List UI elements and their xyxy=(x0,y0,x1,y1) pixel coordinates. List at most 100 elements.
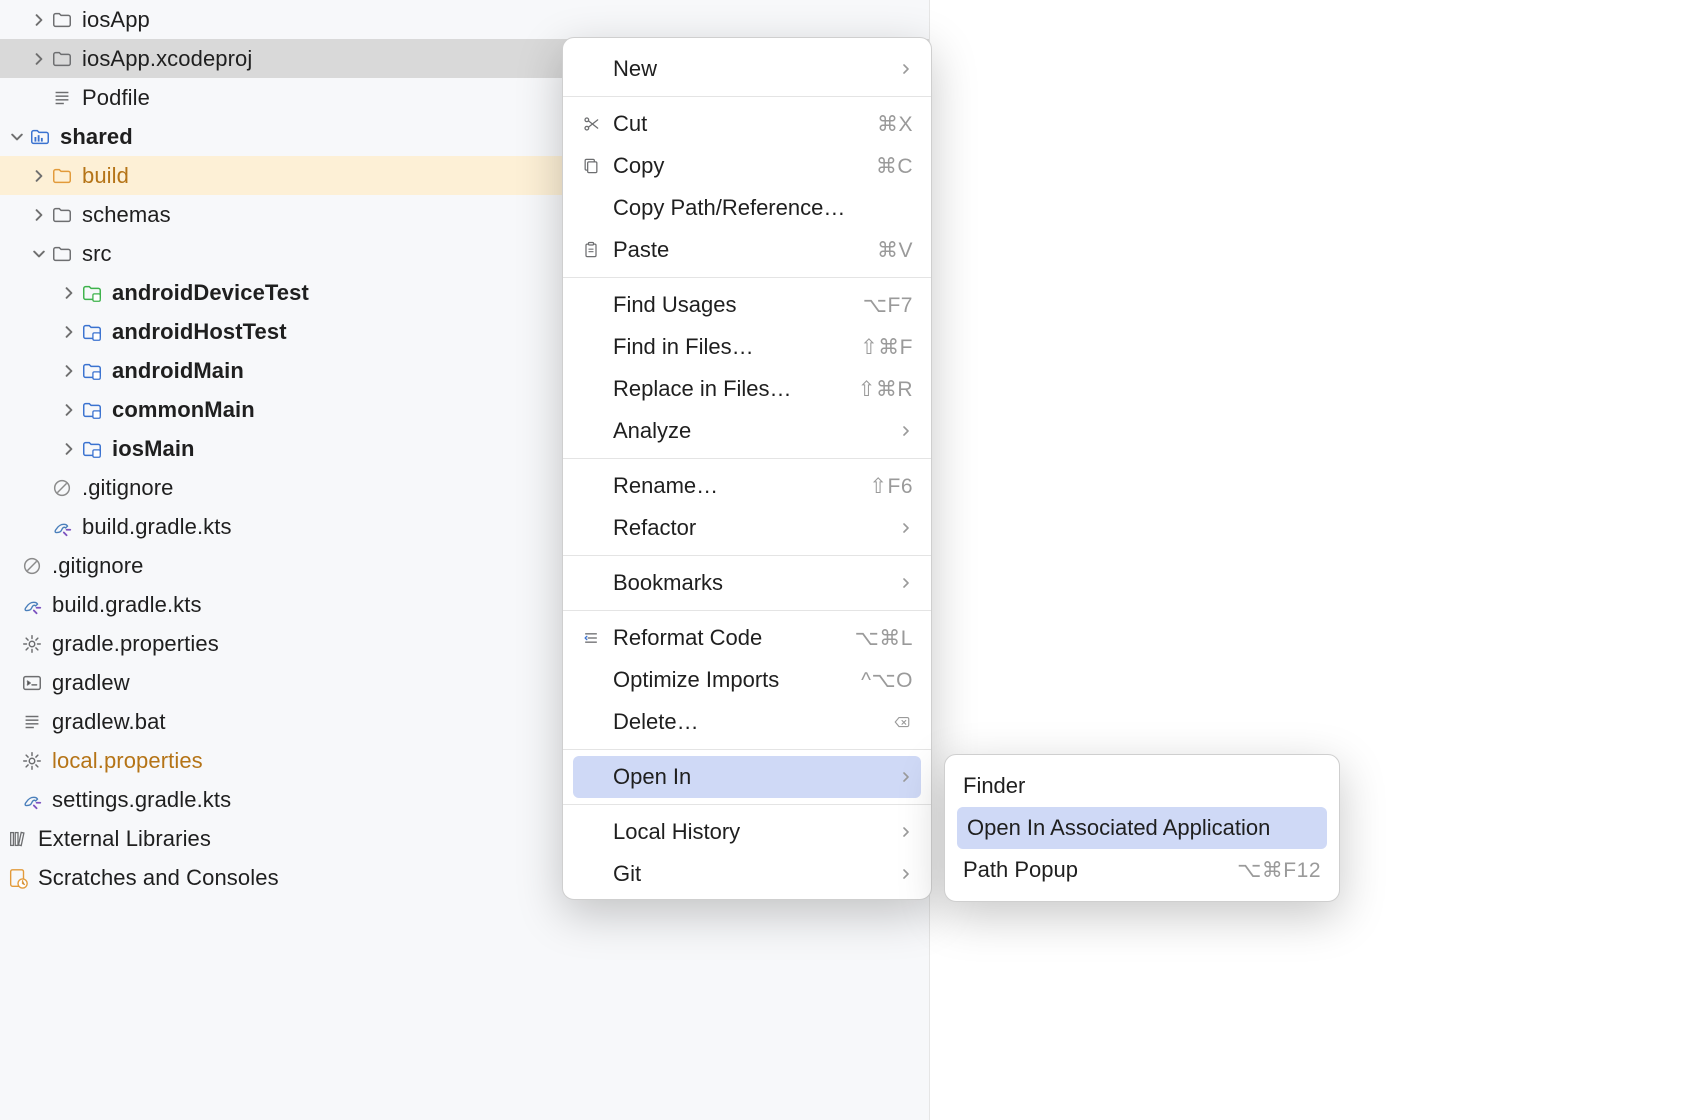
menu-separator xyxy=(563,96,931,97)
chevron-down-icon[interactable] xyxy=(6,126,28,148)
menu-item-copy[interactable]: Copy ⌘C xyxy=(563,145,931,187)
gradle-icon xyxy=(50,515,74,539)
source-set-icon xyxy=(80,320,104,344)
chevron-right-icon[interactable] xyxy=(58,321,80,343)
tree-label: gradlew xyxy=(52,670,130,696)
menu-item-copy-path[interactable]: Copy Path/Reference… xyxy=(563,187,931,229)
menu-separator xyxy=(563,458,931,459)
menu-item-cut[interactable]: Cut ⌘X xyxy=(563,103,931,145)
menu-shortcut: ⇧⌘R xyxy=(858,377,913,402)
module-icon xyxy=(28,125,52,149)
file-icon xyxy=(50,86,74,110)
menu-label: Local History xyxy=(613,819,899,845)
source-set-icon xyxy=(80,281,104,305)
menu-item-reformat[interactable]: Reformat Code ⌥⌘L xyxy=(563,617,931,659)
menu-item-refactor[interactable]: Refactor xyxy=(563,507,931,549)
menu-shortcut: ⌘V xyxy=(877,238,913,263)
submenu-arrow-icon xyxy=(899,521,913,535)
library-icon xyxy=(6,827,30,851)
file-icon xyxy=(20,710,44,734)
menu-item-find-usages[interactable]: Find Usages ⌥F7 xyxy=(563,284,931,326)
tree-label: iosApp xyxy=(82,7,150,33)
tree-label: gradle.properties xyxy=(52,631,219,657)
submenu-item-finder[interactable]: Finder xyxy=(945,765,1339,807)
scratch-icon xyxy=(6,866,30,890)
menu-label: Open In Associated Application xyxy=(967,815,1317,841)
menu-separator xyxy=(563,555,931,556)
gear-icon xyxy=(20,749,44,773)
scissors-icon xyxy=(579,112,603,136)
reformat-icon xyxy=(579,626,603,650)
submenu-arrow-icon xyxy=(899,770,913,784)
gradle-icon xyxy=(20,593,44,617)
chevron-right-icon[interactable] xyxy=(58,282,80,304)
menu-label: Open In xyxy=(613,764,899,790)
tree-label: .gitignore xyxy=(82,475,174,501)
gear-icon xyxy=(20,632,44,656)
menu-item-delete[interactable]: Delete… xyxy=(563,701,931,743)
menu-label: New xyxy=(613,56,899,82)
menu-item-find-in-files[interactable]: Find in Files… ⇧⌘F xyxy=(563,326,931,368)
menu-label: Paste xyxy=(613,237,877,263)
menu-item-replace-in-files[interactable]: Replace in Files… ⇧⌘R xyxy=(563,368,931,410)
tree-label: iosMain xyxy=(112,436,195,462)
tree-label: androidMain xyxy=(112,358,244,384)
submenu-arrow-icon xyxy=(899,867,913,881)
source-set-icon xyxy=(80,437,104,461)
menu-item-bookmarks[interactable]: Bookmarks xyxy=(563,562,931,604)
menu-label: Finder xyxy=(963,773,1321,799)
context-menu[interactable]: New Cut ⌘X Copy ⌘C Copy Path/Reference… … xyxy=(562,37,932,900)
menu-item-open-in[interactable]: Open In xyxy=(573,756,921,798)
chevron-right-icon[interactable] xyxy=(28,9,50,31)
tree-label: src xyxy=(82,241,112,267)
terminal-icon xyxy=(20,671,44,695)
tree-label: schemas xyxy=(82,202,171,228)
menu-item-rename[interactable]: Rename… ⇧F6 xyxy=(563,465,931,507)
menu-separator xyxy=(563,277,931,278)
menu-shortcut: ⌥⌘L xyxy=(855,626,913,651)
submenu-item-open-associated[interactable]: Open In Associated Application xyxy=(957,807,1327,849)
submenu-arrow-icon xyxy=(899,62,913,76)
chevron-right-icon[interactable] xyxy=(28,48,50,70)
menu-shortcut: ⌥F7 xyxy=(863,293,913,318)
chevron-right-icon[interactable] xyxy=(28,204,50,226)
menu-shortcut: ⌘C xyxy=(876,154,913,179)
submenu-arrow-icon xyxy=(899,424,913,438)
tree-label: androidHostTest xyxy=(112,319,287,345)
editor-area xyxy=(930,0,1688,1120)
tree-item-iosapp-folder[interactable]: iosApp xyxy=(0,0,929,39)
menu-item-analyze[interactable]: Analyze xyxy=(563,410,931,452)
folder-icon xyxy=(50,164,74,188)
menu-label: Reformat Code xyxy=(613,625,855,651)
tree-label: local.properties xyxy=(52,748,203,774)
menu-separator xyxy=(563,610,931,611)
menu-item-paste[interactable]: Paste ⌘V xyxy=(563,229,931,271)
menu-separator xyxy=(563,804,931,805)
open-in-submenu[interactable]: Finder Open In Associated Application Pa… xyxy=(944,754,1340,902)
menu-item-optimize-imports[interactable]: Optimize Imports ^⌥O xyxy=(563,659,931,701)
chevron-down-icon[interactable] xyxy=(28,243,50,265)
chevron-right-icon[interactable] xyxy=(58,438,80,460)
menu-label: Bookmarks xyxy=(613,570,899,596)
tree-label: shared xyxy=(60,124,133,150)
menu-shortcut: ⇧F6 xyxy=(869,474,913,499)
tree-label: build.gradle.kts xyxy=(52,592,202,618)
folder-icon xyxy=(50,8,74,32)
menu-label: Copy Path/Reference… xyxy=(613,195,913,221)
chevron-right-icon[interactable] xyxy=(58,360,80,382)
folder-icon xyxy=(50,203,74,227)
menu-item-git[interactable]: Git xyxy=(563,853,931,895)
submenu-item-path-popup[interactable]: Path Popup ⌥⌘F12 xyxy=(945,849,1339,891)
menu-item-new[interactable]: New xyxy=(563,48,931,90)
menu-shortcut: ⇧⌘F xyxy=(860,335,913,360)
menu-label: Delete… xyxy=(613,709,891,735)
tree-label: External Libraries xyxy=(38,826,211,852)
gitignore-icon xyxy=(20,554,44,578)
chevron-right-icon[interactable] xyxy=(28,165,50,187)
folder-icon xyxy=(50,47,74,71)
menu-label: Replace in Files… xyxy=(613,376,858,402)
menu-item-local-history[interactable]: Local History xyxy=(563,811,931,853)
menu-shortcut: ⌘X xyxy=(877,112,913,137)
menu-label: Rename… xyxy=(613,473,869,499)
chevron-right-icon[interactable] xyxy=(58,399,80,421)
